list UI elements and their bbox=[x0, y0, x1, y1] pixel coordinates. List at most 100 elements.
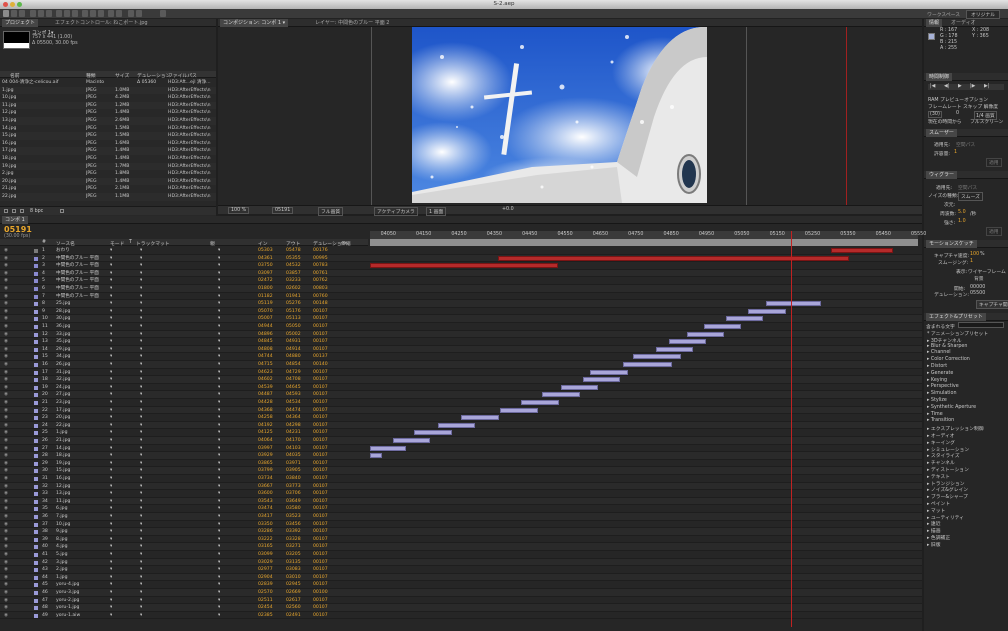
visibility-eye-icon[interactable]: ◉ bbox=[4, 331, 8, 339]
visibility-eye-icon[interactable]: ◉ bbox=[4, 369, 8, 377]
layer-duration-bar[interactable] bbox=[542, 392, 580, 398]
layer-label-color[interactable] bbox=[34, 271, 38, 276]
visibility-eye-icon[interactable]: ◉ bbox=[4, 574, 8, 582]
trackmatte-dropdown-icon[interactable]: ▾ bbox=[140, 521, 142, 529]
visibility-eye-icon[interactable]: ◉ bbox=[4, 483, 8, 491]
layer-row[interactable]: ◉ 32 12.jpg 03667 03773 00107 ▾ ▾ ▾ bbox=[0, 482, 922, 491]
layer-duration-bar[interactable] bbox=[461, 415, 499, 421]
layer-row[interactable]: ◉ 6 中間色のブルー 平面 01800 02602 00803 ▾ ▾ ▾ bbox=[0, 285, 922, 293]
layer-name[interactable]: 11.jpg bbox=[56, 498, 106, 506]
visibility-eye-icon[interactable]: ◉ bbox=[4, 323, 8, 331]
layer-label-color[interactable] bbox=[34, 591, 38, 595]
layer-name[interactable]: 13.jpg bbox=[56, 490, 106, 498]
effect-category[interactable]: ▸ Time bbox=[927, 412, 943, 417]
visibility-eye-icon[interactable]: ◉ bbox=[4, 452, 8, 460]
parent-dropdown-icon[interactable]: ▾ bbox=[218, 384, 220, 392]
visibility-eye-icon[interactable]: ◉ bbox=[4, 255, 8, 263]
layer-row[interactable]: ◉ 44 1.jpg 02904 03010 00107 ▾ ▾ ▾ bbox=[0, 573, 922, 582]
project-item[interactable]: 04 004-清浄之-celicou.aif Macinto Δ 05360 HD3… bbox=[0, 79, 216, 87]
trackmatte-dropdown-icon[interactable]: ▾ bbox=[140, 589, 142, 597]
effect-category[interactable]: ▸ Perspective bbox=[927, 384, 959, 389]
layer-name[interactable]: 15.jpg bbox=[56, 467, 106, 475]
visibility-eye-icon[interactable]: ◉ bbox=[4, 498, 8, 506]
layer-name[interactable]: 26.jpg bbox=[56, 361, 106, 369]
parent-dropdown-icon[interactable]: ▾ bbox=[218, 551, 220, 559]
project-item[interactable]: 15.jpg JPEG 1.5MB HD3:AfterEffects\n bbox=[0, 132, 216, 140]
time-ruler[interactable]: 04050 04150 04250 04350 04450 04550 04650 04750… bbox=[370, 231, 926, 239]
blend-mode-dropdown-icon[interactable]: ▾ bbox=[110, 376, 112, 384]
blend-mode-dropdown-icon[interactable]: ▾ bbox=[110, 521, 112, 529]
trackmatte-dropdown-icon[interactable]: ▾ bbox=[140, 437, 142, 445]
trackmatte-dropdown-icon[interactable]: ▾ bbox=[140, 308, 142, 316]
layer-name[interactable]: 30.jpg bbox=[56, 315, 106, 323]
capture-speed-value[interactable]: 100 bbox=[970, 252, 979, 257]
layer-label-color[interactable] bbox=[34, 370, 38, 375]
layer-label-color[interactable] bbox=[34, 545, 38, 550]
layer-label-color[interactable] bbox=[34, 477, 38, 481]
visibility-eye-icon[interactable]: ◉ bbox=[4, 597, 8, 605]
blend-mode-dropdown-icon[interactable]: ▾ bbox=[110, 277, 112, 285]
zoom-tool-icon[interactable] bbox=[19, 10, 25, 17]
visibility-eye-icon[interactable]: ◉ bbox=[4, 300, 8, 308]
layer-duration-bar[interactable] bbox=[622, 362, 672, 367]
clone-stamp-tool-icon[interactable] bbox=[90, 10, 96, 17]
layer-row[interactable]: ◉ 24 22.jpg 04192 04298 00107 ▾ ▾ ▾ bbox=[0, 421, 922, 430]
visibility-eye-icon[interactable]: ◉ bbox=[4, 559, 8, 567]
parent-dropdown-icon[interactable]: ▾ bbox=[218, 490, 220, 498]
project-item[interactable]: 18.jpg JPEG 1.4MB HD3:AfterEffects\n bbox=[0, 155, 216, 163]
parent-dropdown-icon[interactable]: ▾ bbox=[218, 247, 220, 255]
blend-mode-dropdown-icon[interactable]: ▾ bbox=[110, 308, 112, 316]
layer-row[interactable]: ◉ 29 19.jpg 03865 03971 00107 ▾ ▾ ▾ bbox=[0, 459, 922, 468]
layer-name[interactable]: 4.jpg bbox=[56, 543, 106, 551]
visibility-eye-icon[interactable]: ◉ bbox=[4, 536, 8, 544]
parent-dropdown-icon[interactable]: ▾ bbox=[218, 346, 220, 354]
new-comp-icon[interactable] bbox=[20, 209, 24, 213]
layer-label-color[interactable] bbox=[34, 302, 38, 307]
trackmatte-dropdown-icon[interactable]: ▾ bbox=[140, 399, 142, 407]
layer-name[interactable]: 16.jpg bbox=[56, 475, 106, 483]
project-item[interactable]: 14.jpg JPEG 1.5MB HD3:AfterEffects\n bbox=[0, 125, 216, 133]
parent-dropdown-icon[interactable]: ▾ bbox=[218, 262, 220, 270]
blend-mode-dropdown-icon[interactable]: ▾ bbox=[110, 399, 112, 407]
layer-row[interactable]: ◉ 45 yoru-4.jpg 02839 02945 00107 ▾ ▾ ▾ bbox=[0, 581, 922, 589]
visibility-eye-icon[interactable]: ◉ bbox=[4, 505, 8, 513]
layer-label-color[interactable] bbox=[34, 537, 38, 542]
layer-name[interactable]: 24.jpg bbox=[56, 384, 106, 392]
selection-tool-icon[interactable] bbox=[3, 10, 9, 17]
minimize-window-icon[interactable] bbox=[10, 2, 15, 7]
project-item[interactable]: 2.jpg JPEG 1.8MB HD3:AfterEffects\n bbox=[0, 170, 216, 178]
viewer-timecode[interactable]: 05191 bbox=[272, 207, 294, 214]
pen-tool-icon[interactable] bbox=[64, 10, 70, 17]
col-parent[interactable]: 親 bbox=[210, 240, 215, 247]
axis-mode-icon[interactable] bbox=[128, 10, 134, 17]
layer-label-color[interactable] bbox=[34, 385, 38, 390]
layer-row[interactable]: ◉ 5 中間色のブルー 平面 02472 03233 00762 ▾ ▾ ▾ bbox=[0, 277, 922, 285]
col-mode[interactable]: モード bbox=[110, 240, 124, 247]
layer-label-color[interactable] bbox=[34, 492, 38, 497]
layer-name[interactable]: 20.jpg bbox=[56, 414, 106, 422]
tab-project[interactable]: プロジェクト bbox=[2, 19, 39, 27]
blend-mode-dropdown-icon[interactable]: ▾ bbox=[110, 566, 112, 574]
parent-dropdown-icon[interactable]: ▾ bbox=[218, 323, 220, 331]
framerate-select[interactable]: (30) bbox=[928, 111, 942, 118]
trackmatte-dropdown-icon[interactable]: ▾ bbox=[140, 505, 142, 513]
layer-name[interactable]: 25.jpg bbox=[56, 300, 106, 308]
layer-name[interactable]: 8.jpg bbox=[56, 536, 106, 544]
smoother-apply-value[interactable]: 空間パス bbox=[956, 141, 975, 148]
layer-label-color[interactable] bbox=[34, 309, 38, 314]
trackmatte-dropdown-icon[interactable]: ▾ bbox=[140, 513, 142, 521]
snapping-icon[interactable] bbox=[160, 10, 166, 17]
fullscreen-option[interactable]: フルスクリーン bbox=[970, 118, 1003, 125]
layer-name[interactable]: 中間色のブルー 平面 bbox=[56, 277, 106, 285]
parent-dropdown-icon[interactable]: ▾ bbox=[218, 475, 220, 483]
layer-name[interactable]: 36.jpg bbox=[56, 323, 106, 331]
col-size[interactable]: サイズ bbox=[115, 72, 129, 79]
parent-dropdown-icon[interactable]: ▾ bbox=[218, 308, 220, 316]
timeline-timecode[interactable]: 05191 bbox=[4, 225, 32, 234]
layer-duration-bar[interactable] bbox=[497, 255, 850, 261]
blend-mode-dropdown-icon[interactable]: ▾ bbox=[110, 391, 112, 399]
trackmatte-dropdown-icon[interactable]: ▾ bbox=[140, 490, 142, 498]
layer-duration-bar[interactable] bbox=[560, 384, 599, 390]
rotate-tool-icon[interactable] bbox=[30, 10, 36, 17]
layer-name[interactable]: 35.jpg bbox=[56, 338, 106, 346]
